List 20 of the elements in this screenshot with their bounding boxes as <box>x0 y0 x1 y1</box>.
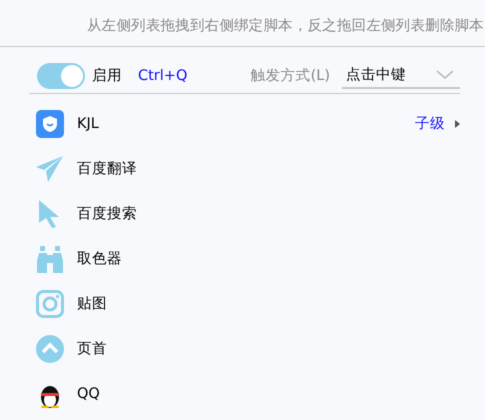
hint-text: 从左侧列表拖拽到右侧绑定脚本，反之拖回左侧列表删除脚本 <box>87 18 484 34</box>
script-item[interactable]: KJL <box>77 116 99 132</box>
script-item[interactable]: 贴图 <box>77 294 107 313</box>
script-item[interactable]: 取色器 <box>77 249 122 268</box>
submenu-label[interactable]: 子级 <box>415 114 445 133</box>
chevron-down-icon <box>436 70 454 80</box>
shield-icon <box>36 110 64 138</box>
script-item[interactable]: 百度搜索 <box>77 204 137 223</box>
script-item[interactable]: QQ <box>77 386 100 402</box>
trigger-label: 触发方式(L) <box>250 66 330 85</box>
binoculars-icon <box>36 244 64 272</box>
camera-icon <box>36 290 64 318</box>
script-item[interactable]: 百度翻译 <box>77 159 137 178</box>
toggle-switch[interactable] <box>37 62 85 88</box>
expand-arrow-icon <box>455 120 460 128</box>
paper-plane-icon <box>36 154 64 182</box>
trigger-dropdown[interactable]: 点击中键 <box>342 62 460 88</box>
script-item[interactable]: 页首 <box>77 339 107 358</box>
hotkey-text: Ctrl+Q <box>138 68 188 84</box>
toggle-label: 启用 <box>92 66 122 85</box>
